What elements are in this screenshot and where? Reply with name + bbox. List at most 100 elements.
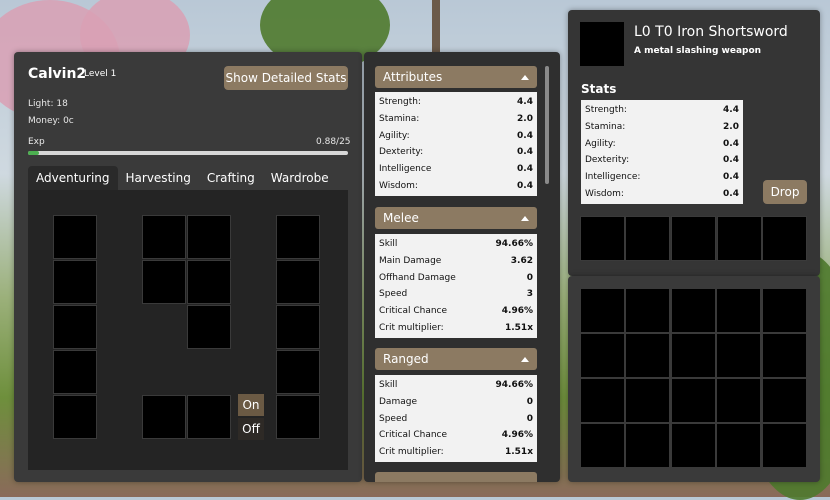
character-name: Calvin2 — [28, 66, 87, 82]
bag-slot[interactable] — [761, 423, 807, 468]
ranged-header[interactable]: Ranged — [375, 348, 537, 370]
item-detail-panel: L0 T0 Iron Shortsword A metal slashing w… — [568, 10, 820, 276]
tab-wardrobe[interactable]: Wardrobe — [263, 166, 337, 190]
bag-slot[interactable] — [580, 288, 625, 333]
stat-row: Dexterity: 0.4 — [379, 147, 533, 158]
equipment-slot[interactable] — [276, 350, 320, 394]
bag-slot[interactable] — [625, 288, 671, 333]
quick-slot[interactable] — [762, 216, 807, 261]
equipment-area: On Off — [28, 190, 348, 470]
tab-adventuring[interactable]: Adventuring — [28, 166, 118, 190]
attributes-header[interactable]: Attributes — [375, 66, 537, 88]
quick-slot[interactable] — [671, 216, 716, 261]
melee-header[interactable]: Melee — [375, 207, 537, 229]
ranged-list: Skill 94.66% Damage 0 Speed 0 Critical Chan… — [375, 375, 537, 463]
equipment-slot[interactable] — [142, 260, 186, 304]
melee-title: Melee — [383, 211, 419, 225]
bag-slot[interactable] — [761, 378, 807, 423]
equipment-slot[interactable] — [276, 305, 320, 349]
bag-slot[interactable] — [625, 423, 671, 468]
equipment-slot[interactable] — [276, 215, 320, 259]
stat-row: Speed 3 — [379, 289, 533, 300]
character-level: Level 1 — [84, 69, 117, 79]
stat-row: Agility: 0.4 — [585, 138, 739, 149]
item-description: A metal slashing weapon — [634, 46, 762, 56]
exp-progress-bar — [28, 151, 348, 155]
bag-slot[interactable] — [580, 423, 625, 468]
stat-row: Agility: 0.4 — [379, 130, 533, 141]
bag-slot[interactable] — [670, 288, 716, 333]
bag-slot[interactable] — [716, 288, 762, 333]
bag-slot[interactable] — [625, 378, 671, 423]
exp-value: 0.88/25 — [316, 137, 351, 147]
stat-row: Skill 94.66% — [379, 239, 533, 250]
bag-slot[interactable] — [761, 333, 807, 378]
show-detailed-stats-button[interactable]: Show Detailed Stats — [224, 66, 348, 90]
equipment-slot[interactable] — [53, 350, 97, 394]
equipment-slot[interactable] — [53, 305, 97, 349]
stat-row: Dexterity: 0.4 — [585, 155, 739, 166]
attributes-list: Strength: 4.4 Stamina: 2.0 Agility: 0.4 Dex… — [375, 92, 537, 197]
tab-crafting[interactable]: Crafting — [199, 166, 263, 190]
toggle-off-button[interactable]: Off — [238, 418, 264, 440]
bag-slot[interactable] — [716, 333, 762, 378]
bag-slot[interactable] — [580, 333, 625, 378]
melee-list: Skill 94.66% Main Damage 3.62 Offhand Dama… — [375, 234, 537, 339]
bag-slot[interactable] — [716, 378, 762, 423]
item-title: L0 T0 Iron Shortsword — [634, 24, 788, 40]
tree-trunk — [432, 0, 440, 52]
stat-row: Intelligence: 0.4 — [585, 172, 739, 183]
stat-row: Stamina: 2.0 — [379, 114, 533, 125]
attributes-title: Attributes — [383, 70, 443, 84]
exp-progress-fill — [28, 151, 40, 155]
equipment-slot[interactable] — [276, 395, 320, 439]
stat-row: Strength: 4.4 — [585, 105, 739, 116]
stat-row: Strength: 4.4 — [379, 97, 533, 108]
stat-row: Wisdom: 0.4 — [379, 180, 533, 191]
equipment-slot[interactable] — [187, 260, 231, 304]
stat-row: Crit multiplier: 1.51x — [379, 447, 533, 458]
equipment-slot[interactable] — [53, 395, 97, 439]
exp-label: Exp — [28, 137, 45, 147]
equipment-slot[interactable] — [187, 395, 231, 439]
tab-harvesting[interactable]: Harvesting — [118, 166, 199, 190]
equipment-slot[interactable] — [187, 305, 231, 349]
quick-slot[interactable] — [717, 216, 762, 261]
equipment-slot[interactable] — [142, 395, 186, 439]
character-tabs: Adventuring Harvesting Crafting Wardrobe — [28, 166, 337, 190]
item-stats-list: Strength: 4.4 Stamina: 2.0 Agility: 0.4 Dex… — [581, 100, 743, 205]
toggle-on-button[interactable]: On — [238, 394, 264, 416]
quick-slot[interactable] — [625, 216, 670, 261]
bag-slot[interactable] — [625, 333, 671, 378]
caret-up-icon — [521, 74, 529, 80]
stat-row: Intelligence 0.4 — [379, 164, 533, 175]
ranged-title: Ranged — [383, 352, 429, 366]
drop-button[interactable]: Drop — [763, 180, 807, 204]
stat-row: Wisdom: 0.4 — [585, 188, 739, 199]
bag-slot[interactable] — [580, 378, 625, 423]
bag-slot[interactable] — [670, 378, 716, 423]
stat-row: Critical Chance 4.96% — [379, 306, 533, 317]
character-panel: Calvin2 Level 1 Show Detailed Stats Ligh… — [14, 52, 362, 482]
stat-row: Stamina: 2.0 — [585, 122, 739, 133]
equipment-slot[interactable] — [53, 215, 97, 259]
equipment-slot[interactable] — [276, 260, 320, 304]
stat-row: Damage 0 — [379, 397, 533, 408]
equipment-slot[interactable] — [142, 215, 186, 259]
item-stats-label: Stats — [581, 82, 617, 96]
bag-slot[interactable] — [716, 423, 762, 468]
bag-panel — [568, 276, 820, 482]
caret-up-icon — [521, 356, 529, 362]
next-section-header[interactable] — [375, 472, 537, 482]
stat-row: Main Damage 3.62 — [379, 256, 533, 267]
stat-row: Critical Chance 4.96% — [379, 430, 533, 441]
caret-up-icon — [521, 215, 529, 221]
bag-slot[interactable] — [670, 423, 716, 468]
stats-scrollbar[interactable] — [545, 66, 549, 184]
bag-slot[interactable] — [761, 288, 807, 333]
equipment-slot[interactable] — [53, 260, 97, 304]
bag-slot[interactable] — [670, 333, 716, 378]
quick-slot[interactable] — [580, 216, 625, 261]
stat-row: Crit multiplier: 1.51x — [379, 322, 533, 333]
equipment-slot[interactable] — [187, 215, 231, 259]
